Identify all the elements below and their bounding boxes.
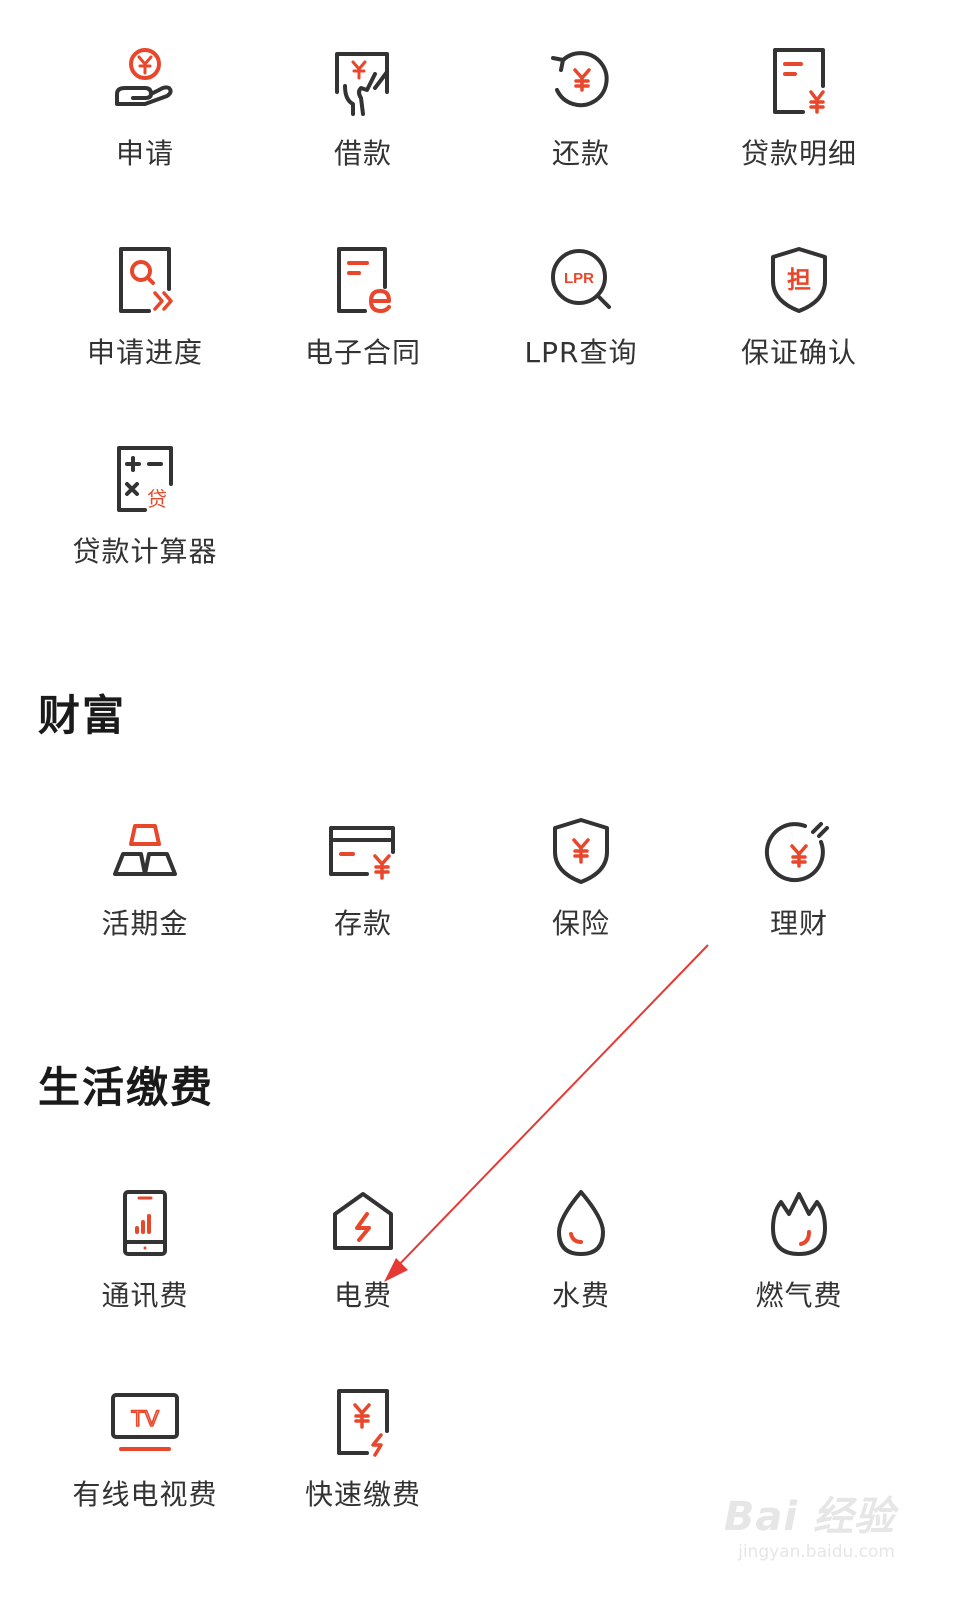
finance-coin-icon bbox=[759, 812, 839, 892]
life-telecom[interactable]: 通讯费 bbox=[36, 1184, 254, 1334]
life-water[interactable]: 水费 bbox=[472, 1184, 690, 1334]
life-gas[interactable]: 燃气费 bbox=[690, 1184, 908, 1334]
tv-icon: TV bbox=[105, 1383, 185, 1463]
life-telecom-label: 通讯费 bbox=[101, 1279, 189, 1312]
loan-lpr-label: LPR查询 bbox=[524, 336, 638, 369]
house-lightning-icon bbox=[323, 1184, 403, 1264]
loan-guarantee[interactable]: 担 保证确认 bbox=[690, 241, 908, 391]
hand-coin-icon bbox=[105, 42, 185, 122]
loan-apply-label: 申请 bbox=[115, 137, 174, 170]
wealth-demand-gold-label: 活期金 bbox=[101, 907, 189, 940]
loan-repay-label: 还款 bbox=[551, 137, 610, 170]
guarantee-shield-icon: 担 bbox=[759, 241, 839, 321]
loan-detail-icon bbox=[759, 42, 839, 122]
loan-detail-label: 贷款明细 bbox=[740, 137, 857, 170]
life-section-title: 生活缴费 bbox=[38, 1063, 215, 1112]
lpr-icon-text: LPR bbox=[564, 270, 594, 287]
quick-pay-icon bbox=[323, 1383, 403, 1463]
loan-repay[interactable]: 还款 bbox=[472, 42, 690, 192]
wealth-finance-label: 理财 bbox=[769, 907, 828, 940]
life-cable-tv-label: 有线电视费 bbox=[72, 1478, 218, 1511]
loan-progress-label: 申请进度 bbox=[86, 336, 203, 369]
guarantee-icon-text: 担 bbox=[787, 266, 811, 294]
borrow-icon bbox=[323, 42, 403, 122]
wealth-deposit[interactable]: 存款 bbox=[254, 812, 472, 962]
watermark-logo: Bai 经验 bbox=[723, 1494, 895, 1540]
insurance-shield-icon bbox=[541, 812, 621, 892]
wealth-demand-gold[interactable]: 活期金 bbox=[36, 812, 254, 962]
deposit-card-icon bbox=[323, 812, 403, 892]
annotation-arrow bbox=[384, 944, 709, 1282]
watermark-url: jingyan.baidu.com bbox=[738, 1542, 895, 1562]
loan-calculator[interactable]: 贷 贷款计算器 bbox=[36, 440, 254, 590]
loan-contract[interactable]: 电子合同 bbox=[254, 241, 472, 391]
phone-signal-icon bbox=[105, 1184, 185, 1264]
loan-borrow-label: 借款 bbox=[333, 137, 392, 170]
life-water-label: 水费 bbox=[551, 1279, 610, 1312]
progress-search-icon bbox=[105, 241, 185, 321]
life-quick-pay[interactable]: 快速缴费 bbox=[254, 1383, 472, 1533]
life-electricity[interactable]: 电费 bbox=[254, 1184, 472, 1334]
life-gas-label: 燃气费 bbox=[755, 1279, 843, 1312]
calculator-icon: 贷 bbox=[105, 440, 185, 520]
life-cable-tv[interactable]: TV 有线电视费 bbox=[36, 1383, 254, 1533]
wealth-section-title: 财富 bbox=[38, 691, 127, 740]
baidu-watermark: Bai 经验 jingyan.baidu.com bbox=[724, 1484, 895, 1562]
loan-progress[interactable]: 申请进度 bbox=[36, 241, 254, 391]
flame-icon bbox=[759, 1184, 839, 1264]
water-drop-icon bbox=[541, 1184, 621, 1264]
loan-guarantee-label: 保证确认 bbox=[740, 336, 857, 369]
loan-calculator-label: 贷款计算器 bbox=[72, 535, 218, 568]
gold-bars-icon bbox=[105, 812, 185, 892]
loan-contract-label: 电子合同 bbox=[304, 336, 421, 369]
wealth-insurance[interactable]: 保险 bbox=[472, 812, 690, 962]
loan-detail[interactable]: 贷款明细 bbox=[690, 42, 908, 192]
wealth-deposit-label: 存款 bbox=[333, 907, 392, 940]
tv-icon-text: TV bbox=[131, 1406, 159, 1431]
wealth-insurance-label: 保险 bbox=[551, 907, 610, 940]
life-quick-pay-label: 快速缴费 bbox=[304, 1478, 421, 1511]
loan-lpr[interactable]: LPR LPR查询 bbox=[472, 241, 690, 391]
calculator-icon-text: 贷 bbox=[147, 487, 167, 511]
loan-apply[interactable]: 申请 bbox=[36, 42, 254, 192]
e-contract-icon bbox=[323, 241, 403, 321]
loan-borrow[interactable]: 借款 bbox=[254, 42, 472, 192]
life-electricity-label: 电费 bbox=[333, 1279, 392, 1312]
repay-icon bbox=[541, 42, 621, 122]
lpr-search-icon: LPR bbox=[541, 241, 621, 321]
wealth-finance[interactable]: 理财 bbox=[690, 812, 908, 962]
